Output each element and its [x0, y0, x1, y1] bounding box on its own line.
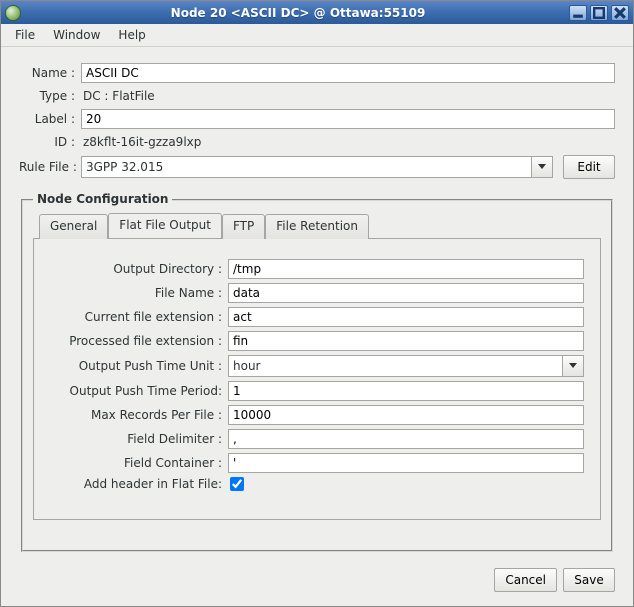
file-name-input[interactable]: [228, 283, 584, 303]
output-directory-label: Output Directory :: [50, 262, 228, 276]
field-delimiter-label: Field Delimiter :: [50, 432, 228, 446]
edit-button[interactable]: Edit: [563, 155, 615, 179]
field-container-label: Field Container :: [50, 456, 228, 470]
output-push-time-period-input[interactable]: [228, 381, 584, 401]
current-file-ext-input[interactable]: [228, 307, 584, 327]
field-delimiter-input[interactable]: [228, 429, 584, 449]
maximize-icon[interactable]: [590, 5, 608, 21]
tab-ftp[interactable]: FTP: [222, 214, 265, 239]
output-push-time-unit-combo[interactable]: hour: [228, 355, 584, 377]
rulefile-label: Rule File :: [19, 160, 81, 174]
menu-help[interactable]: Help: [110, 26, 153, 44]
max-records-label: Max Records Per File :: [50, 408, 228, 422]
id-value: z8kflt-16it-gzza9lxp: [81, 135, 615, 149]
output-push-time-period-label: Output Push Time Period:: [50, 384, 228, 398]
tab-file-retention[interactable]: File Retention: [265, 214, 369, 239]
add-header-checkbox[interactable]: [230, 477, 244, 491]
processed-file-ext-input[interactable]: [228, 331, 584, 351]
name-input[interactable]: [81, 63, 615, 83]
output-directory-input[interactable]: [228, 259, 584, 279]
id-label: ID :: [19, 135, 81, 149]
type-value: DC : FlatFile: [81, 89, 615, 103]
max-records-input[interactable]: [228, 405, 584, 425]
label-label: Label :: [19, 112, 81, 126]
menu-file[interactable]: File: [7, 26, 43, 44]
chevron-down-icon[interactable]: [531, 157, 552, 177]
close-icon[interactable]: [611, 5, 629, 21]
processed-file-ext-label: Processed file extension :: [50, 334, 228, 348]
minimize-icon[interactable]: [569, 5, 587, 21]
tab-general[interactable]: General: [39, 214, 108, 239]
label-input[interactable]: [81, 109, 615, 129]
current-file-ext-label: Current file extension :: [50, 310, 228, 324]
save-button[interactable]: Save: [563, 568, 615, 592]
output-push-time-unit-text: hour: [229, 356, 562, 376]
menu-window[interactable]: Window: [45, 26, 108, 44]
node-configuration-group: Node Configuration General Flat File Out…: [21, 199, 613, 552]
tab-panel-flat-file-output: Output Directory : File Name : Current f…: [33, 238, 601, 520]
type-label: Type :: [19, 89, 81, 103]
field-container-input[interactable]: [228, 453, 584, 473]
cancel-button[interactable]: Cancel: [494, 568, 557, 592]
rulefile-combo-text: 3GPP 32.015: [82, 157, 531, 177]
app-icon: [5, 5, 21, 21]
rulefile-combo[interactable]: 3GPP 32.015: [81, 156, 553, 178]
titlebar: Node 20 <ASCII DC> @ Ottawa:55109: [1, 1, 633, 24]
chevron-down-icon[interactable]: [562, 356, 583, 376]
window-body: Name : Type : DC : FlatFile Label : ID :…: [1, 47, 633, 606]
group-title: Node Configuration: [33, 192, 172, 206]
file-name-label: File Name :: [50, 286, 228, 300]
name-label: Name :: [19, 66, 81, 80]
window-title: Node 20 <ASCII DC> @ Ottawa:55109: [27, 6, 569, 20]
tab-flat-file-output[interactable]: Flat File Output: [108, 213, 222, 238]
tab-bar: General Flat File Output FTP File Retent…: [33, 213, 601, 238]
dialog-footer: Cancel Save: [19, 552, 615, 592]
window-buttons: [569, 5, 629, 21]
add-header-label: Add header in Flat File:: [50, 477, 228, 491]
node-editor-window: Node 20 <ASCII DC> @ Ottawa:55109 File W…: [0, 0, 634, 607]
menubar: File Window Help: [1, 24, 633, 47]
output-push-time-unit-label: Output Push Time Unit :: [50, 359, 228, 373]
